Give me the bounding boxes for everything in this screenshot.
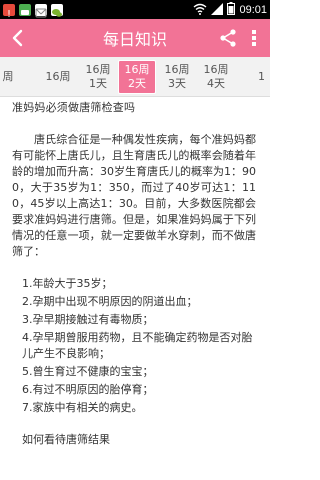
list-item: 4.孕早期曾服用药物，且不能确定药物是否对胎儿产生不良影响；	[22, 331, 253, 360]
tab-clipped-left[interactable]: 周	[0, 60, 16, 94]
tab-label-week: 16周	[203, 63, 229, 76]
svg-text:!: !	[7, 9, 11, 19]
article-content: 准妈妈必须做唐筛检查吗 唐氏综合征是一种偶发性疾病，每个准妈妈都有可能怀上唐氏儿…	[0, 98, 270, 480]
status-time: 09:01	[239, 3, 267, 16]
tab-label-week: 16周	[85, 63, 111, 76]
list-item: 7.家族中有相关的病史。	[22, 401, 143, 414]
tab-label-day: 3天	[168, 77, 186, 90]
back-button[interactable]	[8, 28, 28, 48]
tab-label-week: 16周	[164, 63, 190, 76]
article-heading: 准妈妈必须做唐筛检查吗	[12, 101, 136, 114]
status-bar: ! 09:01	[0, 0, 270, 20]
tab-16w-2d[interactable]: 16周 2天	[118, 60, 156, 94]
list-item: 2.孕期中出现不明原因的阴道出血；	[22, 295, 198, 308]
tab-label-day: 4天	[207, 77, 225, 90]
tab-clipped-right[interactable]: 1	[254, 60, 270, 94]
list-item: 6.有过不明原因的胎停育；	[22, 383, 154, 396]
article-subheading: 如何看待唐筛结果	[22, 433, 110, 446]
wifi-icon	[193, 0, 207, 19]
status-icons-right: 09:01	[193, 0, 267, 19]
app-bar: 每日知识	[0, 19, 270, 57]
tab-label: 16周	[45, 70, 71, 83]
tab-label-day: 2天	[128, 77, 146, 90]
tab-16w-1d[interactable]: 16周 1天	[79, 60, 117, 94]
wechat-icon	[51, 3, 63, 17]
article-paragraph: 唐氏综合征是一种偶发性疾病，每个准妈妈都有可能怀上唐氏儿，且生育唐氏儿的概率会随…	[12, 133, 256, 258]
page-title: 每日知识	[102, 30, 167, 49]
status-icons-left: !	[3, 3, 193, 20]
more-vertical-icon	[252, 30, 256, 46]
notification-icon: !	[3, 3, 15, 20]
list-item: 3.孕早期接触过有毒物质；	[22, 313, 154, 326]
more-button[interactable]	[246, 28, 262, 48]
share-button[interactable]	[218, 28, 238, 48]
tab-label-day: 1天	[89, 77, 107, 90]
chat-icon	[19, 3, 31, 16]
signal-icon	[211, 0, 224, 19]
tab-16w[interactable]: 16周	[39, 60, 77, 94]
tab-label-week: 16周	[124, 63, 150, 76]
battery-icon	[227, 0, 236, 19]
condition-list: 1.年龄大于35岁； 2.孕期中出现不明原因的阴道出血； 3.孕早期接触过有毒物…	[12, 276, 256, 416]
tab-label: 1	[258, 70, 265, 83]
tab-16w-3d[interactable]: 16周 3天	[158, 60, 196, 94]
tab-label: 周	[2, 70, 14, 83]
chevron-left-icon	[12, 29, 23, 47]
share-icon	[220, 29, 236, 47]
list-item: 5.曾生育过不健康的宝宝；	[22, 365, 154, 378]
message-icon	[35, 3, 47, 17]
list-item: 1.年龄大于35岁；	[22, 277, 113, 290]
tab-16w-4d[interactable]: 16周 4天	[197, 60, 235, 94]
week-day-tab-strip[interactable]: 周 16周 16周 1天 16周 2天 16周 3天 16周 4天 1	[0, 57, 270, 97]
